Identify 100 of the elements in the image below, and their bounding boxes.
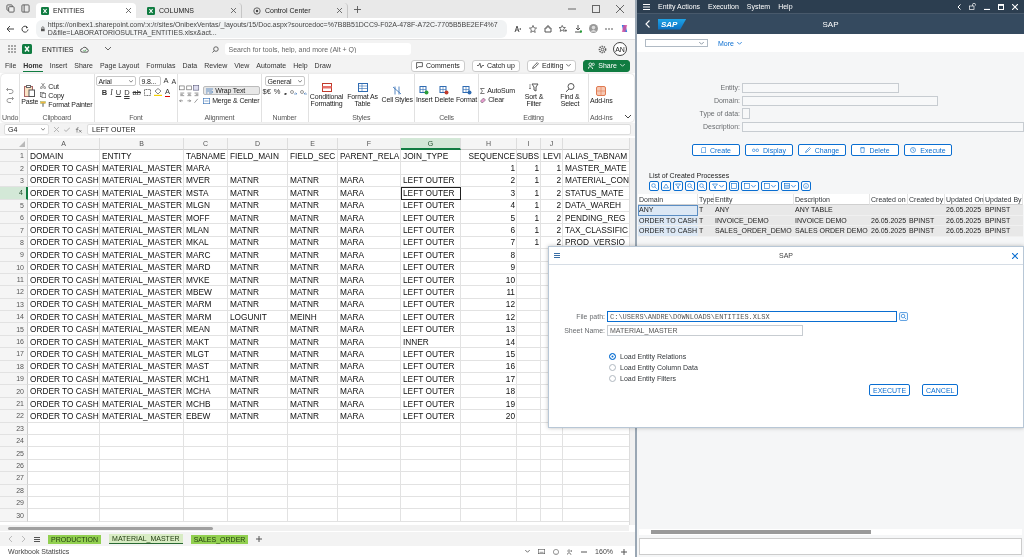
cell[interactable]: MATNR (228, 224, 288, 237)
empty-cell[interactable] (517, 360, 541, 374)
empty-cell[interactable] (228, 422, 288, 435)
toolbar-button[interactable] (661, 181, 671, 191)
cell[interactable]: ORDER TO CASH (28, 211, 100, 225)
cell[interactable]: MEINH (288, 311, 338, 324)
cell[interactable]: MATERIAL_MASTER (100, 286, 184, 299)
cell[interactable]: MSTA (184, 187, 228, 200)
cell[interactable]: MATNR (288, 199, 338, 212)
favorites-icon[interactable] (559, 24, 567, 33)
empty-cell[interactable] (100, 496, 184, 510)
cell[interactable]: LEFT OUTER (401, 286, 461, 299)
cancel-icon[interactable] (54, 127, 59, 132)
cell[interactable]: TABNAME (184, 150, 228, 163)
empty-cell[interactable] (338, 422, 401, 435)
input-field[interactable] (742, 121, 1024, 132)
empty-cell[interactable] (517, 385, 541, 398)
cell[interactable]: MATNR (228, 385, 288, 398)
cell[interactable]: 11 (461, 286, 517, 299)
empty-cell[interactable] (338, 509, 401, 522)
feedback-icon[interactable] (567, 548, 574, 555)
cell[interactable]: MARA (338, 348, 401, 361)
cell[interactable]: ORDER TO CASH (28, 286, 100, 299)
empty-cell[interactable] (184, 422, 228, 435)
cell[interactable]: MAKT (184, 335, 228, 349)
empty-cell[interactable] (541, 484, 563, 497)
cell[interactable]: 16 (461, 360, 517, 374)
empty-cell[interactable] (338, 472, 401, 485)
cell[interactable]: 20 (461, 410, 517, 423)
empty-cell[interactable] (184, 472, 228, 485)
empty-cell[interactable] (541, 459, 563, 473)
check-icon[interactable] (64, 127, 70, 132)
cell[interactable]: ORDER TO CASH (28, 199, 100, 212)
empty-cell[interactable] (288, 459, 338, 473)
cell[interactable]: 13 (461, 323, 517, 336)
input-field[interactable] (742, 108, 750, 119)
cell[interactable]: 2 (541, 174, 563, 188)
toolbar-button[interactable] (781, 181, 799, 191)
empty-cell[interactable] (517, 261, 541, 274)
cell[interactable]: MATNR (288, 249, 338, 262)
cell[interactable]: MATNR (288, 273, 338, 287)
empty-cell[interactable] (401, 472, 461, 485)
empty-cell[interactable] (100, 447, 184, 460)
cell[interactable]: MATNR (228, 348, 288, 361)
cell[interactable]: MATNR (228, 373, 288, 386)
cell[interactable]: MARA (338, 199, 401, 212)
empty-cell[interactable] (401, 484, 461, 497)
profile-icon[interactable] (589, 24, 598, 33)
cell[interactable]: FIELD_SEC (288, 150, 338, 163)
empty-cell[interactable] (517, 472, 541, 485)
cell[interactable]: 12 (461, 311, 517, 324)
cell[interactable]: MEAN (184, 323, 228, 336)
empty-cell[interactable] (401, 496, 461, 510)
empty-cell[interactable] (401, 509, 461, 522)
cell[interactable]: 2 (461, 174, 517, 188)
cell[interactable]: ORDER TO CASH (28, 162, 100, 175)
copilot-icon[interactable] (620, 24, 629, 33)
workspaces-icon[interactable] (6, 4, 15, 13)
cell[interactable]: MATERIAL_MASTER (100, 174, 184, 188)
cell[interactable]: MATERIAL_MASTER (100, 199, 184, 212)
cell[interactable]: 1 (517, 199, 541, 212)
next-sheet-icon[interactable] (21, 536, 26, 542)
back-icon[interactable] (645, 20, 650, 28)
cell[interactable]: MARA (338, 311, 401, 324)
toolbar-button[interactable] (741, 181, 759, 191)
empty-cell[interactable] (461, 447, 517, 460)
empty-cell[interactable] (338, 435, 401, 448)
cell[interactable]: ORDER TO CASH (28, 261, 100, 274)
empty-cell[interactable] (517, 311, 541, 324)
empty-cell[interactable] (401, 422, 461, 435)
empty-cell[interactable] (288, 509, 338, 522)
empty-cell[interactable] (184, 435, 228, 448)
cell[interactable]: MATNR (288, 224, 338, 237)
cell[interactable]: MATNR (288, 348, 338, 361)
increase-decimal-icon[interactable] (289, 88, 297, 95)
empty-cell[interactable] (100, 509, 184, 522)
cell[interactable]: MARA (338, 224, 401, 237)
cell[interactable]: MARA (338, 174, 401, 188)
cell[interactable]: MATERIAL_MASTER (100, 298, 184, 312)
cell[interactable]: ORDER TO CASH (28, 348, 100, 361)
cell[interactable]: LEFT OUTER (401, 360, 461, 374)
empty-cell[interactable] (288, 484, 338, 497)
undo-icon[interactable] (6, 87, 15, 94)
cell[interactable]: MARA (338, 385, 401, 398)
empty-cell[interactable] (288, 162, 338, 175)
toolbar-button[interactable] (709, 181, 727, 191)
cell[interactable]: MARM (184, 298, 228, 312)
empty-cell[interactable] (461, 435, 517, 448)
toolbar-button[interactable] (649, 181, 659, 191)
close-icon[interactable] (231, 8, 236, 13)
cell[interactable]: 17 (461, 373, 517, 386)
cell[interactable]: MATNR (228, 261, 288, 274)
cell[interactable]: ORDER TO CASH (28, 249, 100, 262)
cell[interactable]: PARENT_RELA (338, 150, 401, 163)
cell[interactable]: 19 (461, 397, 517, 411)
scrollbar[interactable] (639, 529, 1022, 535)
borders-icon[interactable] (143, 88, 151, 96)
cell[interactable]: MARA (338, 273, 401, 287)
cell[interactable]: MATERIAL_MASTER (100, 187, 184, 200)
chevron-left-icon[interactable] (957, 3, 961, 10)
